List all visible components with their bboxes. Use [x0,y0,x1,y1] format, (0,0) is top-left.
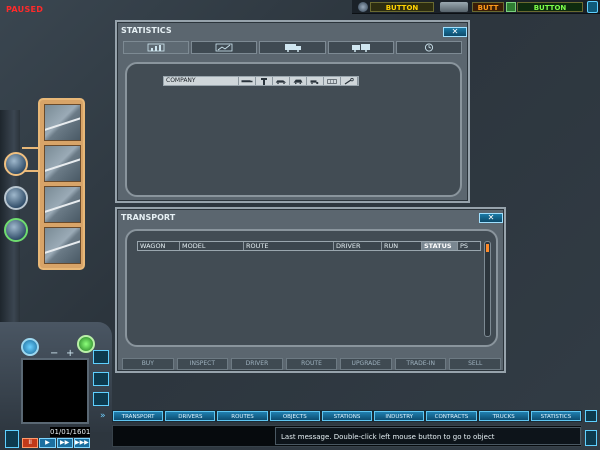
column-company[interactable]: COMPANY [164,77,239,85]
nav-stations[interactable]: STATIONS [321,411,373,421]
statistics-content: COMPANY [125,62,462,197]
message-log-icon[interactable] [585,430,597,446]
inspect-button[interactable]: INSPECT [176,358,229,370]
column-car[interactable] [273,77,290,85]
minimap-screen[interactable] [21,358,89,424]
side-button-2[interactable] [93,372,109,386]
bottom-navigation: TRANSPORT DRIVERS ROUTES OBJECTS STATION… [112,410,582,422]
column-bus[interactable] [290,77,307,85]
tower-icon [261,77,267,85]
paused-indicator: PAUSED [6,5,44,14]
road-thumbnail-4[interactable] [44,227,81,264]
solar-icon [327,78,337,84]
tab-bar-chart[interactable] [123,41,190,54]
nav-transport[interactable]: TRANSPORT [113,411,164,421]
game-speed-controls: II ▶ ▶▶ ▶▶▶ [22,438,90,448]
play-button[interactable]: ▶ [39,438,56,448]
nav-drivers[interactable]: DRIVERS [165,411,216,421]
nav-trucks[interactable]: TRUCKS [478,411,529,421]
statistics-title: STATISTICS [121,26,172,35]
road-thumbnail-1[interactable] [44,104,81,141]
top-button-1[interactable]: BUTTON [370,2,434,12]
trailer-icon [241,79,253,82]
transport-content: WAGON MODEL ROUTE DRIVER RUN STATUS PS [125,229,498,347]
statistics-close-button[interactable]: ✕ [443,27,467,37]
column-wrench[interactable] [341,77,358,85]
nav-routes[interactable]: ROUTES [217,411,268,421]
bridge-build-button[interactable] [4,186,28,210]
bar-chart-icon [147,43,165,52]
trade-in-button[interactable]: TRADE-IN [394,358,447,370]
sell-button[interactable]: SELL [449,358,502,370]
buy-button[interactable]: BUY [122,358,174,370]
tab-clock[interactable] [395,41,463,54]
statistics-tabs [123,41,463,54]
column-status[interactable]: STATUS [422,242,458,250]
tab-trucks[interactable] [327,41,394,54]
chevron-double-right-icon[interactable]: » [100,410,112,422]
clock-icon [424,43,433,52]
side-button-3[interactable] [93,392,109,406]
column-trailer[interactable] [239,77,256,85]
column-ps[interactable]: PS [458,242,480,250]
nav-industry[interactable]: INDUSTRY [374,411,425,421]
trucks-icon [351,44,370,52]
road-build-button[interactable] [4,152,28,176]
transport-close-button[interactable]: ✕ [479,213,503,223]
green-square-icon[interactable] [506,2,516,12]
truck-icon [284,44,301,52]
transport-table-header: WAGON MODEL ROUTE DRIVER RUN STATUS PS [137,241,481,251]
transport-window: TRANSPORT ✕ WAGON MODEL ROUTE DRIVER RUN… [115,207,506,373]
globe-icon[interactable] [358,2,368,12]
bus-icon [293,79,303,84]
column-driver[interactable]: DRIVER [334,242,382,250]
tractor-icon [310,79,319,84]
column-route[interactable]: ROUTE [244,242,334,250]
train-icon[interactable] [440,2,468,12]
transport-action-buttons: BUY INSPECT DRIVER ROUTE UPGRADE TRADE-I… [122,358,502,370]
column-tractor[interactable] [307,77,324,85]
route-button[interactable]: ROUTE [285,358,338,370]
last-message[interactable]: Last message. Double-click left mouse bu… [275,427,581,445]
line-chart-icon [215,43,233,52]
top-status-bar: BUTTON BUTT BUTTON [352,0,600,14]
road-thumbnail-2[interactable] [44,145,81,182]
tab-line-chart[interactable] [191,41,258,54]
statistics-table-header: COMPANY [163,76,359,86]
transport-scrollbar[interactable] [484,241,491,337]
top-button-2[interactable]: BUTT [472,2,504,12]
column-tower[interactable] [256,77,273,85]
menu-side-button[interactable] [5,430,19,448]
fastest-button[interactable]: ▶▶▶ [73,438,90,448]
car-icon [275,79,287,84]
fast-forward-button[interactable]: ▶▶ [56,438,73,448]
side-button-1[interactable] [93,350,109,364]
column-model[interactable]: MODEL [180,242,244,250]
message-bar: Last message. Double-click left mouse bu… [112,425,582,447]
wrench-icon [344,77,354,84]
nav-contracts[interactable]: CONTRACTS [426,411,477,421]
nav-objects[interactable]: OBJECTS [269,411,320,421]
date-display: 01/01/1601 [50,427,91,437]
transport-title: TRANSPORT [121,213,176,222]
pause-button[interactable]: II [22,438,39,448]
column-solar[interactable] [324,77,341,85]
tab-truck[interactable] [259,41,326,54]
driver-button[interactable]: DRIVER [231,358,283,370]
column-wagon[interactable]: WAGON [138,242,180,250]
nav-extra-icon[interactable] [585,410,597,422]
column-run[interactable]: RUN [382,242,422,250]
station-build-button[interactable] [4,218,28,242]
road-thumbnail-3[interactable] [44,186,81,223]
nav-statistics[interactable]: STATISTICS [530,411,581,421]
upgrade-button[interactable]: UPGRADE [340,358,392,370]
road-type-panel [38,98,85,270]
info-icon[interactable] [21,338,39,356]
statistics-window: STATISTICS ✕ COMPANY [115,20,470,203]
menu-icon[interactable] [587,1,598,13]
scrollbar-thumb[interactable] [486,244,489,252]
top-button-3[interactable]: BUTTON [517,2,583,12]
